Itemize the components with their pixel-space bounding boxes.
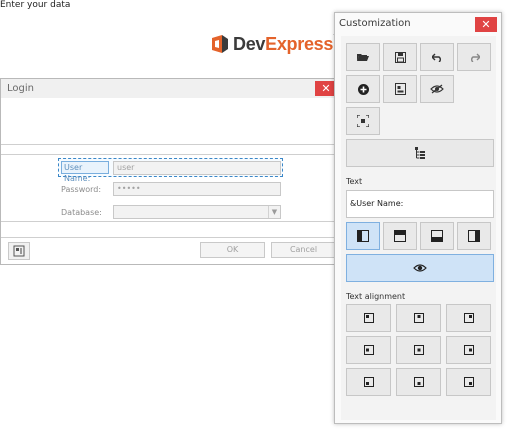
password-label: Password: [61,185,102,194]
save-layout-button[interactable] [383,43,417,71]
align-bottom-right-icon [463,377,474,387]
text-right-icon [468,230,480,242]
text-position-top-button[interactable] [383,222,417,250]
customization-close-button[interactable]: ✕ [475,17,497,32]
save-icon [394,51,406,63]
layout-customize-icon[interactable] [8,242,30,260]
redo-icon [470,53,480,62]
layout-item-icon [394,83,406,95]
text-input[interactable]: &User Name: [346,190,494,218]
text-visibility-button[interactable] [346,254,494,282]
fields-bottom-divider [1,221,337,222]
text-top-icon [394,230,406,242]
undo-button[interactable] [420,43,454,71]
align-top-left-icon [363,313,374,323]
login-window-title: Login [7,83,34,94]
layout-item-button[interactable] [383,75,417,103]
open-folder-icon [357,54,369,61]
devexpress-logo: DevExpress™ [233,34,339,55]
visibility-icon [413,264,427,272]
devexpress-logo-icon [212,35,228,53]
password-input[interactable]: ••••• [113,182,281,196]
align-bottom-right-button[interactable] [446,368,491,396]
align-middle-right-icon [463,345,474,355]
redo-button[interactable] [457,43,491,71]
fit-button[interactable] [346,107,380,135]
chevron-down-icon[interactable]: ▼ [268,206,280,218]
hide-item-button[interactable] [420,75,454,103]
text-left-icon [357,230,369,242]
username-input[interactable]: user [113,161,281,175]
cancel-button[interactable]: Cancel [271,242,336,258]
align-bottom-left-button[interactable] [346,368,391,396]
add-item-icon [357,83,369,95]
alignment-section-label: Text alignment [346,292,406,301]
header-divider [1,144,337,145]
logo-text-dev: Dev [233,34,266,54]
login-header [1,98,337,144]
text-bottom-icon [431,230,443,242]
fields-top-divider [1,154,337,155]
align-middle-right-button[interactable] [446,336,491,364]
add-item-button[interactable] [346,75,380,103]
ok-button[interactable]: OK [200,242,265,258]
align-middle-center-icon [413,345,424,355]
text-position-left-button[interactable] [346,222,380,250]
tree-view-button[interactable] [346,139,494,167]
align-top-left-button[interactable] [346,304,391,332]
align-top-center-button[interactable] [396,304,441,332]
align-bottom-left-icon [363,377,374,387]
align-top-center-icon [413,313,424,323]
text-position-right-button[interactable] [457,222,491,250]
align-middle-left-button[interactable] [346,336,391,364]
fit-icon [357,115,369,127]
customization-title: Customization [339,18,411,29]
database-label: Database: [61,208,102,217]
align-bottom-center-button[interactable] [396,368,441,396]
login-heading: Enter your data [0,0,71,10]
text-position-bottom-button[interactable] [420,222,454,250]
database-select[interactable]: ▼ [113,205,281,219]
align-top-right-icon [463,313,474,323]
footer-divider [1,237,337,238]
open-layout-button[interactable] [346,43,380,71]
align-middle-left-icon [363,345,374,355]
text-section-label: Text [346,177,363,186]
logo-text-express: Express [265,34,334,54]
align-middle-center-button[interactable] [396,336,441,364]
align-top-right-button[interactable] [446,304,491,332]
username-label[interactable]: User Name: [61,161,109,183]
align-bottom-center-icon [413,377,424,387]
layout-customize-glyph [13,245,25,257]
tree-view-icon [415,147,425,159]
undo-icon [431,53,441,62]
login-title-bar[interactable]: Login ✕ [1,79,337,98]
hide-icon [430,84,444,94]
